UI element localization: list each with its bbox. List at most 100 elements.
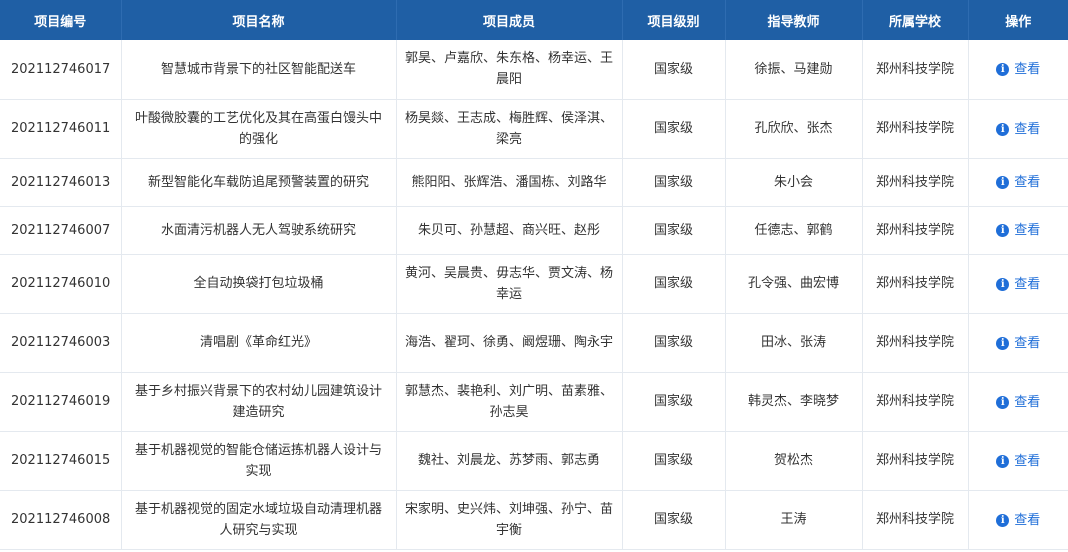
cell-project-name: 新型智能化车载防追尾预警装置的研究 xyxy=(121,158,397,207)
cell-school: 郑州科技学院 xyxy=(862,158,969,207)
cell-action: i 查看 xyxy=(968,206,1068,255)
cell-advisor: 田冰、张涛 xyxy=(725,313,863,373)
cell-project-id: 202112746019 xyxy=(0,372,122,432)
info-icon: i xyxy=(996,513,1010,527)
view-link[interactable]: i 查看 xyxy=(996,392,1040,413)
view-link[interactable]: i 查看 xyxy=(996,451,1040,472)
cell-action: i 查看 xyxy=(968,313,1068,373)
table-row: 202112746010 全自动换袋打包垃圾桶 黄河、吴晨贵、毋志华、贾文涛、杨… xyxy=(0,254,1068,314)
view-label: 查看 xyxy=(1014,453,1041,469)
view-link[interactable]: i 查看 xyxy=(996,510,1040,531)
cell-project-name: 基于机器视觉的固定水域垃圾自动清理机器人研究与实现 xyxy=(121,490,397,550)
cell-project-members: 黄河、吴晨贵、毋志华、贾文涛、杨幸运 xyxy=(396,254,623,314)
cell-advisor: 韩灵杰、李晓梦 xyxy=(725,372,863,432)
view-label: 查看 xyxy=(1014,121,1041,137)
cell-project-members: 海浩、翟珂、徐勇、阚煜珊、陶永宇 xyxy=(396,313,623,373)
table-row: 202112746008 基于机器视觉的固定水域垃圾自动清理机器人研究与实现 宋… xyxy=(0,490,1068,550)
cell-school: 郑州科技学院 xyxy=(862,490,969,550)
cell-project-members: 郭慧杰、裴艳利、刘广明、苗素雅、孙志昊 xyxy=(396,372,623,432)
cell-project-id: 202112746003 xyxy=(0,313,122,373)
cell-advisor: 贺松杰 xyxy=(725,431,863,491)
cell-school: 郑州科技学院 xyxy=(862,313,969,373)
cell-action: i 查看 xyxy=(968,372,1068,432)
header-project-id: 项目编号 xyxy=(0,0,122,40)
cell-project-level: 国家级 xyxy=(622,313,726,373)
cell-project-members: 魏社、刘晨龙、苏梦雨、郭志勇 xyxy=(396,431,623,491)
view-link[interactable]: i 查看 xyxy=(996,59,1040,80)
view-label: 查看 xyxy=(1014,335,1041,351)
cell-project-id: 202112746015 xyxy=(0,431,122,491)
info-icon: i xyxy=(996,224,1010,237)
view-label: 查看 xyxy=(1014,276,1041,292)
cell-project-id: 202112746010 xyxy=(0,254,122,314)
info-icon: i xyxy=(996,122,1010,136)
cell-project-level: 国家级 xyxy=(622,158,726,207)
cell-project-name: 全自动换袋打包垃圾桶 xyxy=(121,254,397,314)
cell-action: i 查看 xyxy=(968,158,1068,207)
info-icon: i xyxy=(996,336,1010,350)
cell-school: 郑州科技学院 xyxy=(862,206,969,255)
cell-project-level: 国家级 xyxy=(622,206,726,255)
cell-advisor: 任德志、郭鹤 xyxy=(725,206,863,255)
cell-project-id: 202112746011 xyxy=(0,99,122,159)
cell-advisor: 孔欣欣、张杰 xyxy=(725,99,863,159)
table-header: 项目编号 项目名称 项目成员 项目级别 指导教师 所属学校 操作 xyxy=(0,0,1068,40)
cell-project-id: 202112746007 xyxy=(0,206,122,255)
info-icon: i xyxy=(996,395,1010,409)
cell-project-members: 郭昊、卢嘉欣、朱东格、杨幸运、王晨阳 xyxy=(396,40,623,100)
cell-school: 郑州科技学院 xyxy=(862,99,969,159)
view-label: 查看 xyxy=(1014,175,1041,190)
cell-project-members: 宋家明、史兴炜、刘坤强、孙宁、苗宇衡 xyxy=(396,490,623,550)
info-icon: i xyxy=(996,63,1010,77)
cell-school: 郑州科技学院 xyxy=(862,40,969,100)
header-school: 所属学校 xyxy=(862,0,969,40)
cell-project-id: 202112746017 xyxy=(0,40,122,100)
info-icon: i xyxy=(996,176,1010,189)
cell-project-level: 国家级 xyxy=(622,372,726,432)
cell-action: i 查看 xyxy=(968,40,1068,100)
cell-action: i 查看 xyxy=(968,431,1068,491)
cell-advisor: 王涛 xyxy=(725,490,863,550)
view-link[interactable]: i 查看 xyxy=(996,172,1040,193)
view-link[interactable]: i 查看 xyxy=(996,119,1040,140)
cell-action: i 查看 xyxy=(968,490,1068,550)
header-project-level: 项目级别 xyxy=(622,0,726,40)
cell-project-members: 杨昊燚、王志成、梅胜辉、侯泽淇、梁亮 xyxy=(396,99,623,159)
cell-action: i 查看 xyxy=(968,254,1068,314)
cell-project-name: 基于机器视觉的智能仓储运拣机器人设计与实现 xyxy=(121,431,397,491)
table-row: 202112746011 叶酸微胶囊的工艺优化及其在高蛋白馒头中的强化 杨昊燚、… xyxy=(0,99,1068,159)
cell-project-level: 国家级 xyxy=(622,99,726,159)
cell-project-name: 智慧城市背景下的社区智能配送车 xyxy=(121,40,397,100)
cell-project-members: 朱贝可、孙慧超、商兴旺、赵彤 xyxy=(396,206,623,255)
header-advisor: 指导教师 xyxy=(725,0,863,40)
cell-advisor: 徐振、马建勋 xyxy=(725,40,863,100)
table-row: 202112746013 新型智能化车载防追尾预警装置的研究 熊阳阳、张辉浩、潘… xyxy=(0,158,1068,207)
cell-project-level: 国家级 xyxy=(622,254,726,314)
view-link[interactable]: i 查看 xyxy=(996,333,1040,354)
table-row: 202112746017 智慧城市背景下的社区智能配送车 郭昊、卢嘉欣、朱东格、… xyxy=(0,40,1068,100)
table-row: 202112746003 清唱剧《革命红光》 海浩、翟珂、徐勇、阚煜珊、陶永宇 … xyxy=(0,313,1068,373)
cell-project-name: 叶酸微胶囊的工艺优化及其在高蛋白馒头中的强化 xyxy=(121,99,397,159)
view-label: 查看 xyxy=(1014,223,1041,238)
header-project-members: 项目成员 xyxy=(396,0,623,40)
info-icon: i xyxy=(996,454,1010,468)
cell-school: 郑州科技学院 xyxy=(862,431,969,491)
cell-project-name: 清唱剧《革命红光》 xyxy=(121,313,397,373)
cell-school: 郑州科技学院 xyxy=(862,372,969,432)
cell-project-name: 水面清污机器人无人驾驶系统研究 xyxy=(121,206,397,255)
view-link[interactable]: i 查看 xyxy=(996,274,1040,295)
view-label: 查看 xyxy=(1014,512,1041,528)
cell-project-level: 国家级 xyxy=(622,490,726,550)
table-row: 202112746015 基于机器视觉的智能仓储运拣机器人设计与实现 魏社、刘晨… xyxy=(0,431,1068,491)
cell-school: 郑州科技学院 xyxy=(862,254,969,314)
view-label: 查看 xyxy=(1014,62,1041,78)
view-label: 查看 xyxy=(1014,394,1041,410)
info-icon: i xyxy=(996,277,1010,291)
view-link[interactable]: i 查看 xyxy=(996,220,1040,241)
header-project-name: 项目名称 xyxy=(121,0,397,40)
cell-project-name: 基于乡村振兴背景下的农村幼儿园建筑设计建造研究 xyxy=(121,372,397,432)
cell-project-level: 国家级 xyxy=(622,431,726,491)
table-row: 202112746019 基于乡村振兴背景下的农村幼儿园建筑设计建造研究 郭慧杰… xyxy=(0,372,1068,432)
cell-advisor: 孔令强、曲宏博 xyxy=(725,254,863,314)
header-action: 操作 xyxy=(1005,14,1032,30)
